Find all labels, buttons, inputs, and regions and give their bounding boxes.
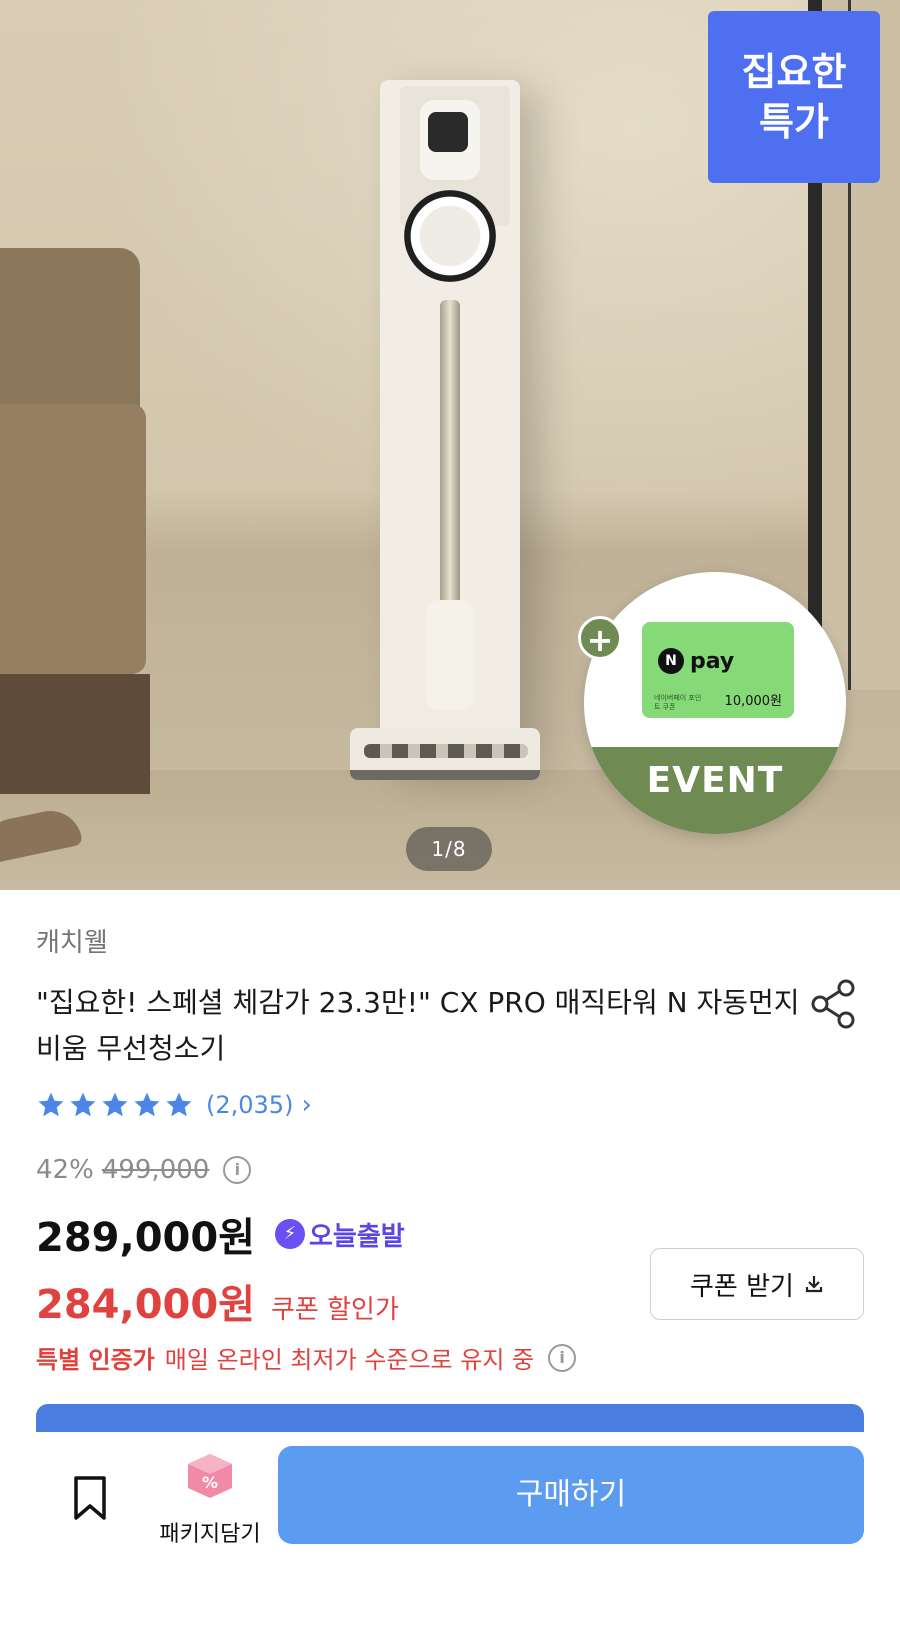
sale-price: 289,000원	[36, 1215, 255, 1261]
today-shipping-badge: ⚡ 오늘출발	[275, 1216, 405, 1253]
star-icon	[134, 1092, 160, 1117]
vacuum-display	[428, 112, 468, 152]
promo-banner-edge[interactable]	[36, 1404, 864, 1434]
sofa-seat-decoration	[0, 404, 146, 674]
star-icon	[102, 1092, 128, 1117]
original-price: 499,000	[101, 1155, 210, 1185]
brand-name[interactable]: 캐치웰	[36, 922, 108, 959]
npay-word: pay	[690, 648, 735, 674]
image-page-counter: 1/8	[406, 827, 492, 871]
add-to-package-label: 패키지담기	[159, 1522, 261, 1547]
vacuum-motor-disc	[404, 190, 496, 282]
event-label: EVENT	[646, 760, 784, 801]
star-icon	[38, 1092, 64, 1117]
sofa-back-decoration	[0, 248, 140, 408]
rating-row[interactable]: (2,035) ›	[36, 1090, 312, 1120]
deal-badge-line1: 집요한	[741, 50, 847, 94]
get-coupon-label: 쿠폰 받기	[690, 1271, 794, 1302]
coupon-price-row: 284,000원 쿠폰 할인가	[36, 1272, 399, 1330]
npay-coupon-amount: 10,000원	[724, 694, 782, 709]
certified-price-label: 특별 인증가	[36, 1346, 155, 1374]
get-coupon-button[interactable]: 쿠폰 받기	[650, 1248, 864, 1320]
download-icon	[805, 1276, 823, 1293]
npay-coupon-caption: 네이버페이 포인트 쿠폰	[654, 694, 702, 711]
star-icon	[166, 1092, 192, 1117]
share-icon[interactable]	[806, 976, 862, 1032]
price-row: 289,000원 ⚡ 오늘출발	[36, 1205, 405, 1263]
npay-n-icon: N	[658, 648, 684, 674]
svg-text:%: %	[202, 1473, 218, 1492]
npay-coupon-card: N pay 네이버페이 포인트 쿠폰 10,000원	[642, 622, 794, 718]
plus-icon: +	[578, 616, 622, 660]
npay-logo: N pay	[658, 648, 734, 674]
discount-rate: 42%	[36, 1155, 94, 1185]
bookmark-icon[interactable]	[70, 1474, 110, 1522]
today-shipping-label: 오늘출발	[309, 1221, 405, 1252]
deal-badge: 집요한 특가	[708, 11, 880, 183]
certified-price-description: 매일 온라인 최저가 수준으로 유지 중	[164, 1346, 535, 1374]
coupon-price: 284,000원	[36, 1282, 255, 1328]
npay-event-sticker[interactable]: N pay 네이버페이 포인트 쿠폰 10,000원 EVENT	[584, 572, 846, 834]
vacuum-brush	[364, 744, 528, 758]
original-price-row: 42% 499,000 i	[36, 1155, 252, 1185]
package-box-icon: %	[188, 1454, 232, 1498]
vacuum-lower-body	[426, 600, 474, 710]
vacuum-tube	[440, 300, 460, 610]
info-icon[interactable]: i	[548, 1343, 577, 1372]
coupon-price-label: 쿠폰 할인가	[271, 1295, 399, 1325]
bottom-action-bar: % 패키지담기 구매하기	[0, 1432, 900, 1633]
product-image-carousel[interactable]: 집요한 특가 N pay 네이버페이 포인트 쿠폰 10,000원 EVENT …	[0, 0, 900, 890]
info-icon[interactable]: i	[223, 1156, 252, 1184]
chevron-right-icon[interactable]: ›	[301, 1090, 311, 1120]
buy-button[interactable]: 구매하기	[278, 1446, 864, 1544]
add-to-package-button[interactable]: % 패키지담기	[150, 1450, 270, 1548]
review-count[interactable]: (2,035)	[206, 1091, 293, 1119]
rating-stars	[36, 1090, 194, 1120]
product-title: "집요한! 스페셜 체감가 23.3만!" CX PRO 매직타워 N 자동먼지…	[36, 986, 800, 1065]
star-icon	[70, 1092, 96, 1117]
sofa-base-decoration	[0, 674, 150, 794]
deal-badge-line2: 특가	[759, 100, 829, 144]
bolt-icon: ⚡	[275, 1219, 305, 1249]
certified-price-row: 특별 인증가 매일 온라인 최저가 수준으로 유지 중 i	[36, 1340, 577, 1375]
